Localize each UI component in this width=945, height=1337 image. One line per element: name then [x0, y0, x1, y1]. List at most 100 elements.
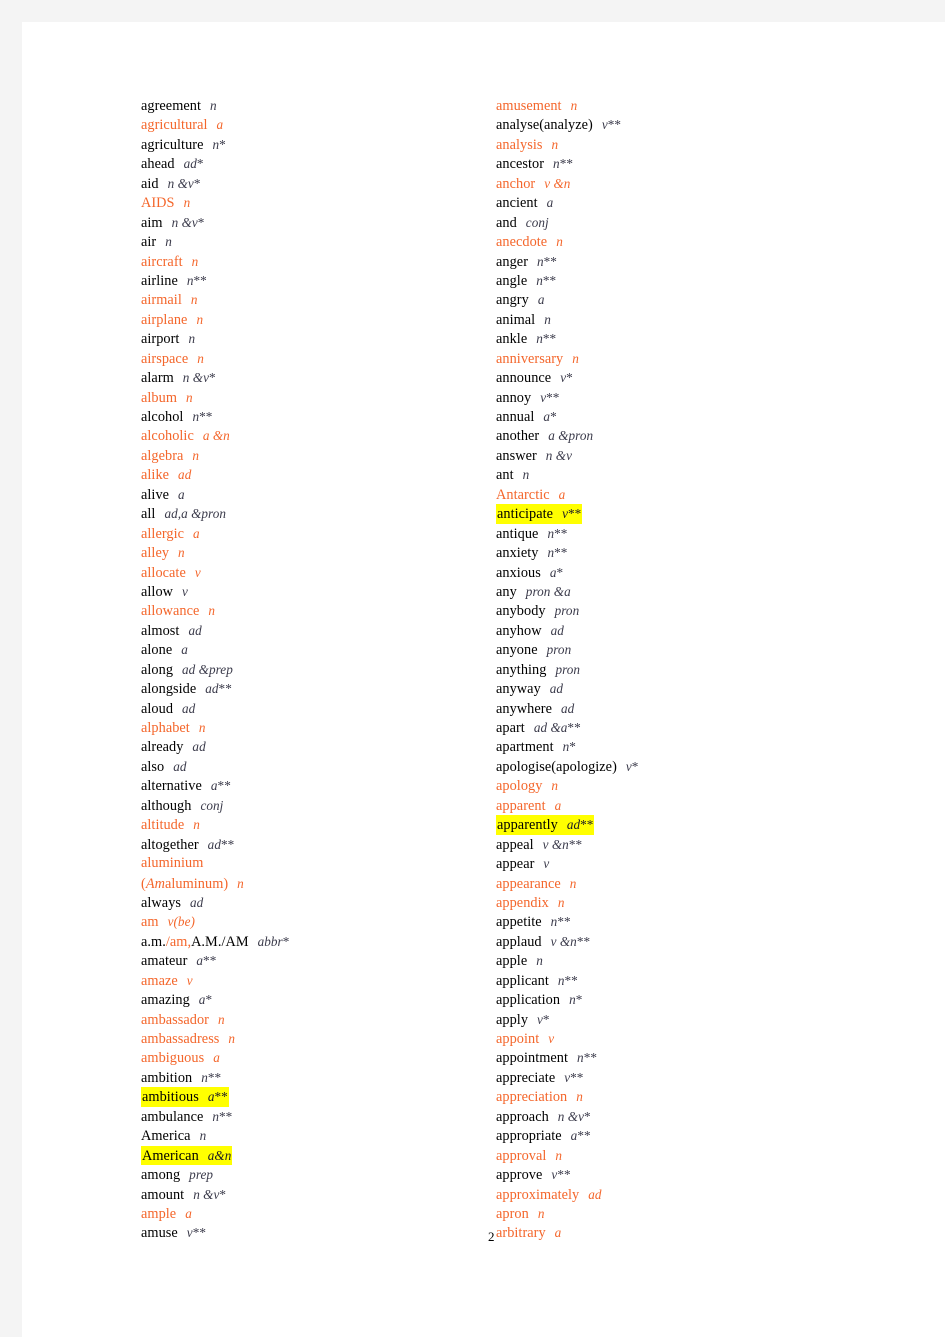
- word-column-left: agreement n agricultural a agriculture n* ahea…: [141, 96, 471, 1243]
- word-entry: although conj: [141, 796, 471, 815]
- part-of-speech: a: [558, 486, 566, 502]
- headword: aim: [141, 214, 163, 231]
- part-of-speech: v &n: [544, 175, 571, 191]
- word-entry: ample a: [141, 1204, 471, 1223]
- headword: appearance: [496, 875, 561, 892]
- headword: ancient: [496, 195, 538, 212]
- word-entry-text: alley n: [141, 545, 185, 561]
- word-entry: alternative a**: [141, 776, 471, 795]
- word-entry-text: aloud ad: [141, 701, 195, 717]
- word-entry-text: alongside ad**: [141, 681, 232, 697]
- part-of-speech: a: [546, 195, 554, 211]
- word-entry: ambulance n**: [141, 1107, 471, 1126]
- word-entry: agreement n: [141, 96, 471, 115]
- headword: apply: [496, 1011, 529, 1028]
- part-of-speech: v &n: [542, 836, 569, 852]
- page-number: 2: [488, 1229, 495, 1244]
- frequency-stars: **: [567, 720, 581, 735]
- headword: altogether: [141, 836, 199, 853]
- word-entry-text: apart ad &a**: [496, 720, 581, 736]
- headword-part: am: [169, 933, 188, 950]
- part-of-speech: n: [572, 350, 579, 366]
- word-entry-text: anybody pron: [496, 603, 579, 619]
- word-entry: Antarctic a: [496, 485, 856, 504]
- word-entry: applicant n**: [496, 971, 856, 990]
- word-entry-text: appreciation n: [496, 1089, 583, 1105]
- word-entry-text: approach n &v*: [496, 1109, 591, 1125]
- word-entry-text: appearance n: [496, 876, 576, 892]
- word-entry: apparent a: [496, 796, 856, 815]
- headword: ambiguous: [141, 1050, 205, 1067]
- headword: approximately: [496, 1186, 580, 1203]
- word-entry-text: aluminium: [141, 855, 203, 871]
- part-of-speech: ad: [173, 758, 187, 774]
- word-entry: airmail n: [141, 290, 471, 309]
- part-of-speech: ad: [188, 622, 202, 638]
- word-entry-text: angry a: [496, 292, 544, 308]
- part-of-speech: n &v: [193, 1186, 220, 1202]
- word-entry: ambition n**: [141, 1068, 471, 1087]
- headword: another: [496, 428, 540, 445]
- headword: anything: [496, 661, 547, 678]
- part-of-speech: a: [185, 1205, 192, 1221]
- part-of-speech: n: [183, 195, 191, 211]
- frequency-stars: **: [218, 681, 232, 697]
- headword: apology: [496, 778, 543, 795]
- part-of-speech: ad: [560, 700, 575, 716]
- part-of-speech: n: [201, 1069, 208, 1085]
- headword: appropriate: [496, 1128, 562, 1145]
- word-entry-text: algebra n: [141, 448, 199, 464]
- headword: always: [141, 894, 182, 911]
- word-entry-text: anxiety n**: [496, 545, 567, 561]
- frequency-stars: **: [192, 1225, 206, 1241]
- frequency-stars: **: [554, 525, 568, 541]
- word-entry: animal n: [496, 310, 856, 329]
- word-entry: all ad,a &pron: [141, 504, 471, 523]
- word-entry: annoy v**: [496, 388, 856, 407]
- word-entry-text: ample a: [141, 1206, 192, 1222]
- headword: all: [141, 506, 156, 523]
- headword: amaze: [141, 972, 178, 989]
- part-of-speech: a &pron: [548, 428, 594, 444]
- word-entry: anger n**: [496, 252, 856, 271]
- word-entry-text: antique n**: [496, 526, 567, 542]
- word-entry-text: Antarctic a: [496, 487, 565, 503]
- headword: apple: [496, 953, 528, 970]
- part-of-speech: ad: [178, 467, 192, 483]
- word-entry: ambiguous a: [141, 1048, 471, 1067]
- part-of-speech: ad: [205, 681, 219, 697]
- word-entry-text: annoy v**: [496, 390, 559, 406]
- word-entry: apply v*: [496, 1010, 856, 1029]
- part-of-speech: ad: [588, 1186, 602, 1202]
- headword: apart: [496, 720, 525, 736]
- part-of-speech: n: [228, 1031, 236, 1046]
- headword: appoint: [496, 1031, 540, 1047]
- word-entry-highlighted: anticipate v**: [496, 504, 583, 524]
- word-entry: ahead ad*: [141, 154, 471, 173]
- word-entry: arbitrary a: [496, 1223, 856, 1242]
- variant-marker: Am: [145, 875, 165, 892]
- word-entry: anxiety n**: [496, 543, 856, 562]
- word-entry: apron n: [496, 1204, 856, 1223]
- headword: agricultural: [141, 117, 208, 134]
- word-entry-text: alcoholic a &n: [141, 428, 230, 444]
- part-of-speech: n: [190, 292, 198, 308]
- word-entry: alive a: [141, 485, 471, 504]
- headword: airmail: [141, 292, 182, 309]
- word-entry: ant n: [496, 465, 856, 484]
- word-entry: alphabet n: [141, 718, 471, 737]
- word-entry: annual a*: [496, 407, 856, 426]
- part-of-speech: n: [209, 98, 217, 113]
- word-entry-text: amaze v: [141, 973, 193, 989]
- word-entry: aircraft n: [141, 252, 471, 271]
- headword: angry: [496, 292, 529, 309]
- word-entry-text: anywhere ad: [496, 701, 574, 717]
- word-entry: apple n: [496, 951, 856, 970]
- word-entry-text: altitude n: [141, 817, 200, 833]
- part-of-speech: n: [186, 389, 193, 405]
- part-of-speech: pron: [555, 661, 581, 677]
- part-of-speech: a: [213, 1050, 220, 1066]
- word-entry-text: alive a: [141, 487, 185, 503]
- headword: airplane: [141, 311, 188, 328]
- word-entry-text: anyway ad: [496, 681, 563, 697]
